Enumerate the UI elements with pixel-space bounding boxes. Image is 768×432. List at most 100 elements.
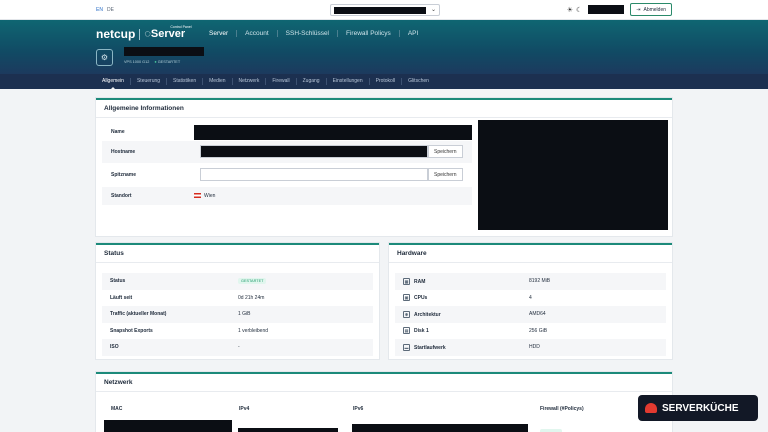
location-value: Wien (204, 192, 216, 199)
disk-value: 256 GiB (529, 327, 548, 334)
network-title: Netzwerk (96, 374, 672, 392)
hostname-redaction (201, 146, 427, 157)
nickname-save-button[interactable]: Speichern (428, 168, 463, 181)
logout-button[interactable]: ⇥ Abmelden (630, 3, 672, 16)
tab-firewall[interactable]: Firewall (265, 78, 295, 85)
status-row: Snapshot Exports 1 verbleibend (102, 323, 373, 340)
network-card: Netzwerk MAC IPv4 IPv6 Firewall (#Policy… (96, 372, 672, 432)
server-select[interactable]: ⌄ (330, 4, 440, 16)
mac-redaction (104, 420, 232, 432)
uptime-value: 0d 21h 24m (238, 294, 265, 301)
col-ipv4: IPv4 (239, 406, 250, 412)
user-redaction (588, 5, 625, 14)
austria-flag-icon (194, 192, 201, 198)
language-switch: EN DE (96, 7, 114, 13)
status-dot-icon: ● (154, 60, 157, 64)
tab-access[interactable]: Zugang (295, 78, 326, 85)
chevron-down-icon: ⌄ (430, 7, 436, 13)
iso-value: - (238, 344, 240, 351)
hostname-save-button[interactable]: Speichern (428, 145, 463, 158)
nav-api[interactable]: API (398, 30, 426, 37)
arch-label-wrap: ✱ Architektur (395, 310, 529, 318)
server-tabs: Allgemein Steuerung Statistiken Medien N… (0, 74, 768, 90)
hardware-row: ▦ RAM 8192 MiB (395, 273, 666, 290)
logo-cp-subtitle: Control Panel (170, 25, 192, 29)
hardware-title: Hardware (389, 245, 672, 263)
server-name-redaction (124, 47, 204, 56)
cpu-label: CPUs (414, 295, 428, 302)
traffic-value: 1 GiB (238, 311, 251, 318)
col-firewall: Firewall (#Policys) (540, 406, 584, 412)
ram-label: RAM (414, 278, 426, 285)
cpu-label-wrap: ▣ CPUs (395, 294, 529, 302)
watermark-text: SERVERKÜCHE (662, 402, 739, 414)
hardware-row: ✱ Architektur AMD64 (395, 306, 666, 323)
snapshot-value: 1 verbleibend (238, 327, 269, 334)
chef-hat-icon (645, 403, 657, 413)
lang-de[interactable]: DE (107, 7, 114, 13)
row-location: Standort Wien (102, 186, 472, 205)
logo-cp-title: Server (150, 28, 186, 40)
traffic-label: Traffic (aktueller Monat) (110, 311, 167, 318)
general-info-title: Allgemeine Informationen (96, 100, 672, 118)
uptime-label: Läuft seit (110, 294, 133, 301)
nav-ssh-keys[interactable]: SSH-Schlüssel (276, 30, 337, 37)
name-label: Name (111, 129, 125, 136)
network-table-header: MAC IPv4 IPv6 Firewall (#Policys) (104, 406, 664, 416)
boot-value: HDD (529, 344, 540, 351)
logout-label: Abmelden (643, 6, 666, 13)
col-mac: MAC (111, 406, 123, 412)
status-badge: GESTARTET (238, 278, 267, 285)
ipv4-redaction (238, 428, 338, 432)
row-name: Name (102, 124, 472, 141)
watermark-logo: SERVERKÜCHE (638, 395, 758, 421)
location-value-wrap: Wien (194, 193, 215, 199)
server-state: GESTARTET (157, 60, 181, 64)
tab-network[interactable]: Netzwerk (231, 78, 266, 85)
row-nickname: Spitzname Speichern (102, 162, 472, 187)
status-row: Traffic (aktueller Monat) 1 GiB (102, 306, 373, 323)
logo-text: netcup (96, 27, 136, 41)
status-card: Status Status GESTARTET Läuft seit 0d 21… (96, 243, 379, 359)
moon-icon[interactable]: ☾ (576, 6, 582, 14)
header: netcup Control Panel ◌Server Server Acco… (0, 20, 768, 74)
ram-value: 8192 MiB (529, 278, 551, 285)
nav-account[interactable]: Account (236, 30, 277, 37)
location-label: Standort (111, 192, 132, 199)
general-info-card: Allgemeine Informationen Name Hostname S… (96, 98, 672, 236)
nav-server[interactable]: Server (205, 30, 236, 37)
preview-redaction (478, 120, 668, 230)
status-label: Status (110, 278, 126, 285)
name-redaction (193, 124, 472, 140)
status-title: Status (96, 245, 379, 263)
hardware-row: ▤ Disk 1 256 GiB (395, 323, 666, 340)
tab-general[interactable]: Allgemein (96, 78, 130, 90)
nickname-label: Spitzname (111, 171, 137, 178)
arch-label: Architektur (414, 311, 441, 318)
lang-en[interactable]: EN (96, 7, 103, 13)
nav-firewall-policies[interactable]: Firewall Policys (337, 30, 399, 37)
tab-log[interactable]: Protokoll (368, 78, 401, 85)
tab-settings[interactable]: Einstellungen (325, 78, 369, 85)
tab-statistics[interactable]: Statistiken (166, 78, 202, 85)
nickname-input[interactable] (200, 168, 428, 181)
logout-icon: ⇥ (636, 6, 641, 13)
logo: netcup Control Panel ◌Server (96, 25, 192, 41)
server-icon: ⚙ (96, 49, 113, 66)
tab-control[interactable]: Steuerung (129, 78, 166, 85)
tab-glitschen[interactable]: Glitschen (401, 78, 435, 85)
status-row: Läuft seit 0d 21h 24m (102, 290, 373, 307)
server-select-redaction (334, 7, 426, 14)
server-model: VPS 1000 G12 (124, 60, 150, 64)
boot-label-wrap: ▬ Startlaufwerk (395, 343, 529, 351)
tab-media[interactable]: Medien (202, 78, 231, 85)
hardware-row: ▣ CPUs 4 (395, 290, 666, 307)
sun-icon[interactable]: ☀ (567, 6, 573, 14)
boot-label: Startlaufwerk (414, 344, 446, 351)
iso-label: ISO (110, 344, 119, 351)
drive-icon: ▬ (403, 343, 410, 351)
snapshot-label: Snapshot Exports (110, 327, 153, 334)
status-row: ISO - (102, 339, 373, 356)
top-bar: EN DE ⌄ ☀ ☾ ⇥ Abmelden (0, 0, 768, 20)
hostname-input[interactable] (200, 145, 428, 158)
